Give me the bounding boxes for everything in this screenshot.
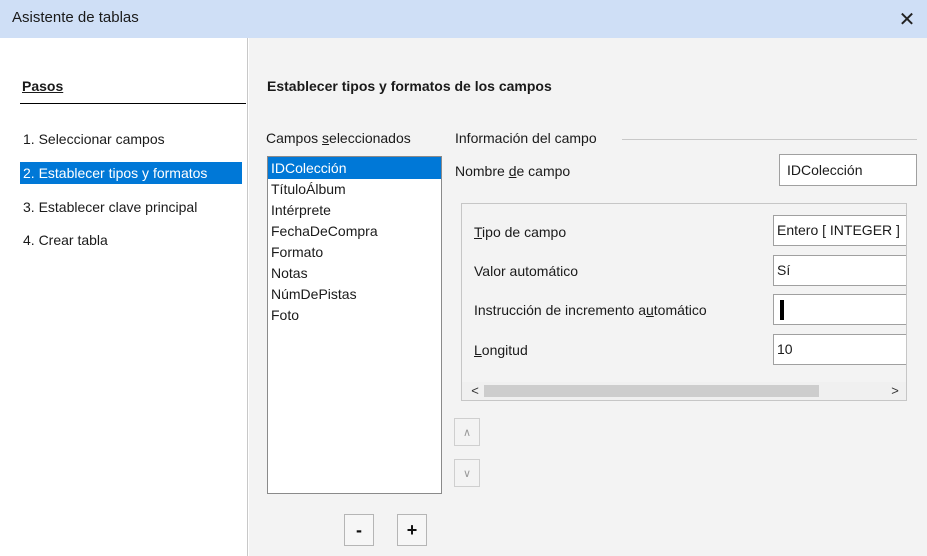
remove-field-button[interactable]: - [344,514,374,546]
field-info-legend: Información del campo [455,130,601,146]
length-input[interactable]: 10 [773,334,906,365]
list-item[interactable]: TítuloÁlbum [268,178,441,200]
field-properties-box: Tipo de campo Entero [ INTEGER ] Valor a… [461,203,907,401]
step-set-primary-key[interactable]: 3. Establecer clave principal [20,196,201,218]
chevron-left-icon[interactable]: < [468,382,482,400]
chevron-right-icon[interactable]: > [888,382,902,400]
list-item[interactable]: Intérprete [268,199,441,221]
field-name-input[interactable]: IDColección [779,154,917,186]
scrollbar-thumb[interactable] [484,385,819,397]
list-item[interactable]: NúmDePistas [268,283,441,305]
main-pane: Establecer tipos y formatos de los campo… [249,38,927,556]
horizontal-scrollbar[interactable]: < > [462,382,906,400]
step-select-fields[interactable]: 1. Seleccionar campos [20,128,169,150]
auto-increment-label: Instrucción de incremento automático [474,302,707,318]
add-field-button[interactable]: + [397,514,427,546]
selected-fields-label: Campos seleccionados [266,130,411,146]
length-label: Longitud [474,342,528,358]
step-create-table[interactable]: 4. Crear tabla [20,229,112,251]
list-item[interactable]: IDColección [268,157,441,179]
title-bar: Asistente de tablas ✕ [0,0,927,38]
step-set-types-formats[interactable]: 2. Establecer tipos y formatos [20,162,242,184]
section-title: Establecer tipos y formatos de los campo… [267,78,552,94]
list-item[interactable]: FechaDeCompra [268,220,441,242]
list-item[interactable]: Foto [268,304,441,326]
window-title: Asistente de tablas [12,9,139,26]
auto-increment-input[interactable] [773,294,906,325]
field-type-label: Tipo de campo [474,224,567,240]
auto-value-label: Valor automático [474,263,579,279]
field-name-label: Nombre de campo [455,163,571,179]
close-icon[interactable]: ✕ [887,0,927,38]
selected-fields-list[interactable]: IDColección TítuloÁlbum Intérprete Fecha… [267,156,442,494]
auto-value-select[interactable]: Sí [773,255,906,286]
steps-pane: Pasos 1. Seleccionar campos 2. Establece… [0,38,248,556]
field-type-select[interactable]: Entero [ INTEGER ] [773,215,906,246]
move-up-button[interactable]: ∧ [454,418,480,446]
steps-divider [20,103,246,104]
move-down-button[interactable]: ∨ [454,459,480,487]
text-cursor [780,300,784,321]
info-divider [622,139,917,140]
list-item[interactable]: Notas [268,262,441,284]
list-item[interactable]: Formato [268,241,441,263]
steps-title: Pasos [22,78,64,94]
